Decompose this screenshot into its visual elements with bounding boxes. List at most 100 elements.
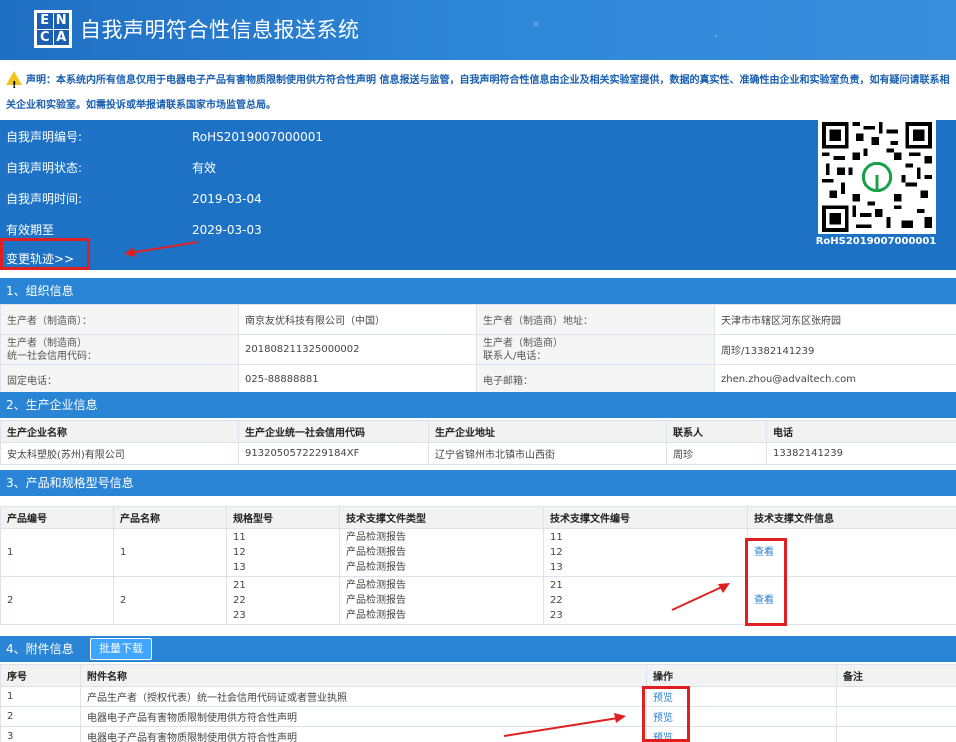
table-row: 安太科塑胶(苏州)有限公司 913205057222918​4XF 辽宁省锦州市…	[0, 442, 956, 465]
system-title: 自我声明符合性信息报送系统	[80, 18, 360, 42]
column-header: 产品名称	[113, 506, 227, 529]
declaration-status-label: 自我声明状态:	[6, 161, 83, 175]
table-header-row: 生产企业名称 生产企业统一社会信用代码 生产企业地址 联系人 电话	[0, 420, 956, 443]
declaration-number-label: 自我声明编号:	[6, 130, 83, 144]
table-row: 固定电话： 025-88888881 电子邮箱： zhen.zhou@adval…	[0, 364, 956, 395]
model-line: 11	[233, 532, 246, 543]
section-title: 3、产品和规格型号信息	[6, 476, 134, 490]
qr-code	[818, 120, 936, 234]
disclaimer-text: 声明：本系统内所有信息仅用于电器电子产品有害物质限制使用供方符合性声明 信息报送…	[6, 75, 950, 111]
doc-type-line: 产品检测报告	[346, 580, 406, 591]
model-line: 23	[233, 610, 246, 621]
qr-code-graphic	[822, 122, 932, 232]
table-cell: 辽宁省锦州市北镇市山西街	[428, 442, 667, 465]
column-header: 技术支撑文件信息	[747, 506, 956, 529]
table-cell: 1	[113, 528, 227, 577]
column-header: 序号	[0, 664, 81, 687]
table-cell: 11 12 13	[543, 528, 748, 577]
world-map-decoration	[356, 0, 956, 60]
column-header: 备注	[836, 664, 956, 687]
doc-type-line: 产品检测报告	[346, 532, 406, 543]
declaration-number-row: 自我声明编号: RoHS2019007000001	[6, 128, 323, 145]
column-header: 生产企业统一社会信用代码	[238, 420, 429, 443]
table-cell: 201808211325000002	[238, 334, 477, 365]
section-title: 1、组织信息	[6, 284, 74, 298]
doc-type-line: 产品检测报告	[346, 610, 406, 621]
column-header: 操作	[646, 664, 837, 687]
doc-code-line: 12	[550, 547, 563, 558]
annotation-box-change-history	[0, 238, 90, 270]
table-cell: 电子邮箱：	[476, 364, 715, 395]
app-header: E N C A 自我声明符合性信息报送系统	[0, 0, 956, 60]
table-cell: 产品检测报告 产品检测报告 产品检测报告	[339, 528, 544, 577]
doc-type-line: 产品检测报告	[346, 595, 406, 606]
table-cell: 天津市市辖区河东区张府园	[714, 304, 956, 335]
table-header-row: 序号 附件名称 操作 备注	[0, 664, 956, 687]
model-line: 22	[233, 595, 246, 606]
declaration-date-value: 2019-03-04	[192, 192, 262, 206]
column-header: 电话	[766, 420, 956, 443]
table-cell: 生产者（制造商）：	[0, 304, 239, 335]
column-header: 产品编号	[0, 506, 114, 529]
table-row: 生产者（制造商） 统一社会信用代码： 201808211325000002 生产…	[0, 334, 956, 365]
table-header-row: 产品编号 产品名称 规格型号 技术支撑文件类型 技术支撑文件编号 技术支撑文件信…	[0, 506, 956, 529]
table-cell: 南京友优科技有限公司（中国）	[238, 304, 477, 335]
table-cell: 2	[113, 576, 227, 625]
batch-download-button[interactable]: 批量下载	[90, 638, 152, 660]
table-cell: 生产者（制造商）地址：	[476, 304, 715, 335]
table-cell: 周珍/13382141239	[714, 334, 956, 365]
table-cell: 2	[0, 576, 114, 625]
doc-type-line: 产品检测报告	[346, 562, 406, 573]
attachments-table: 序号 附件名称 操作 备注 1 产品生产者（授权代表）统一社会信用代码证或者营业…	[0, 664, 956, 742]
column-header: 联系人	[666, 420, 767, 443]
annotation-arrow	[503, 713, 626, 737]
column-header: 技术支撑文件编号	[543, 506, 748, 529]
model-line: 13	[233, 562, 246, 573]
table-row: 1 1 11 12 13 产品检测报告 产品检测报告 产品检测报告 11 12 …	[0, 528, 956, 577]
column-header: 生产企业地址	[428, 420, 667, 443]
column-header: 规格型号	[226, 506, 340, 529]
table-cell: 1	[0, 528, 114, 577]
model-line: 21	[233, 580, 246, 591]
declaration-number-value: RoHS2019007000001	[192, 130, 324, 144]
section-title: 2、生产企业信息	[6, 398, 98, 412]
table-cell: 产品检测报告 产品检测报告 产品检测报告	[339, 576, 544, 625]
table-cell: 3	[0, 726, 81, 742]
disclaimer-notice: 声明：本系统内所有信息仅用于电器电子产品有害物质限制使用供方符合性声明 信息报送…	[0, 60, 956, 120]
table-cell: 13382141239	[766, 442, 956, 465]
section-header-attachments: 4、附件信息 批量下载	[0, 636, 956, 662]
model-line: 12	[233, 547, 246, 558]
organization-table: 生产者（制造商）： 南京友优科技有限公司（中国） 生产者（制造商）地址： 天津市…	[0, 304, 956, 395]
declaration-date-label: 自我声明时间:	[6, 192, 83, 206]
column-header: 生产企业名称	[0, 420, 239, 443]
table-cell	[836, 726, 956, 742]
table-cell: 生产者（制造商） 统一社会信用代码：	[0, 334, 239, 365]
doc-type-line: 产品检测报告	[346, 547, 406, 558]
enca-logo: E N C A	[34, 10, 72, 48]
valid-until-value: 2029-03-03	[192, 223, 262, 237]
products-table: 产品编号 产品名称 规格型号 技术支撑文件类型 技术支撑文件编号 技术支撑文件信…	[0, 506, 956, 625]
table-row: 1 产品生产者（授权代表）统一社会信用代码证或者营业执照 预览	[0, 686, 956, 707]
annotation-arrow	[671, 583, 730, 611]
qr-code-label: RoHS2019007000001	[815, 236, 937, 247]
logo-letter: N	[53, 13, 69, 29]
table-cell: 913205057222918​4XF	[238, 442, 429, 465]
section-header-enterprise: 2、生产企业信息	[0, 392, 956, 418]
section-header-organization: 1、组织信息	[0, 278, 956, 304]
table-cell	[836, 706, 956, 727]
table-cell: 2	[0, 706, 81, 727]
table-cell: 生产者（制造商） 联系人/电话：	[476, 334, 715, 365]
table-cell: 025-88888881	[238, 364, 477, 395]
table-cell: 11 12 13	[226, 528, 340, 577]
section-title: 4、附件信息	[6, 642, 74, 656]
annotation-arrow	[124, 241, 199, 257]
warning-icon	[6, 71, 22, 98]
doc-code-line: 13	[550, 562, 563, 573]
annotation-box-preview-links	[642, 686, 690, 742]
declaration-date-row: 自我声明时间: 2019-03-04	[6, 190, 262, 207]
table-cell: 21 22 23	[226, 576, 340, 625]
table-row: 2 电器电子产品有害物质限制使用供方符合性声明 预览	[0, 706, 956, 727]
logo-letter: C	[37, 29, 53, 45]
table-cell: 周珍	[666, 442, 767, 465]
column-header: 技术支撑文件类型	[339, 506, 544, 529]
